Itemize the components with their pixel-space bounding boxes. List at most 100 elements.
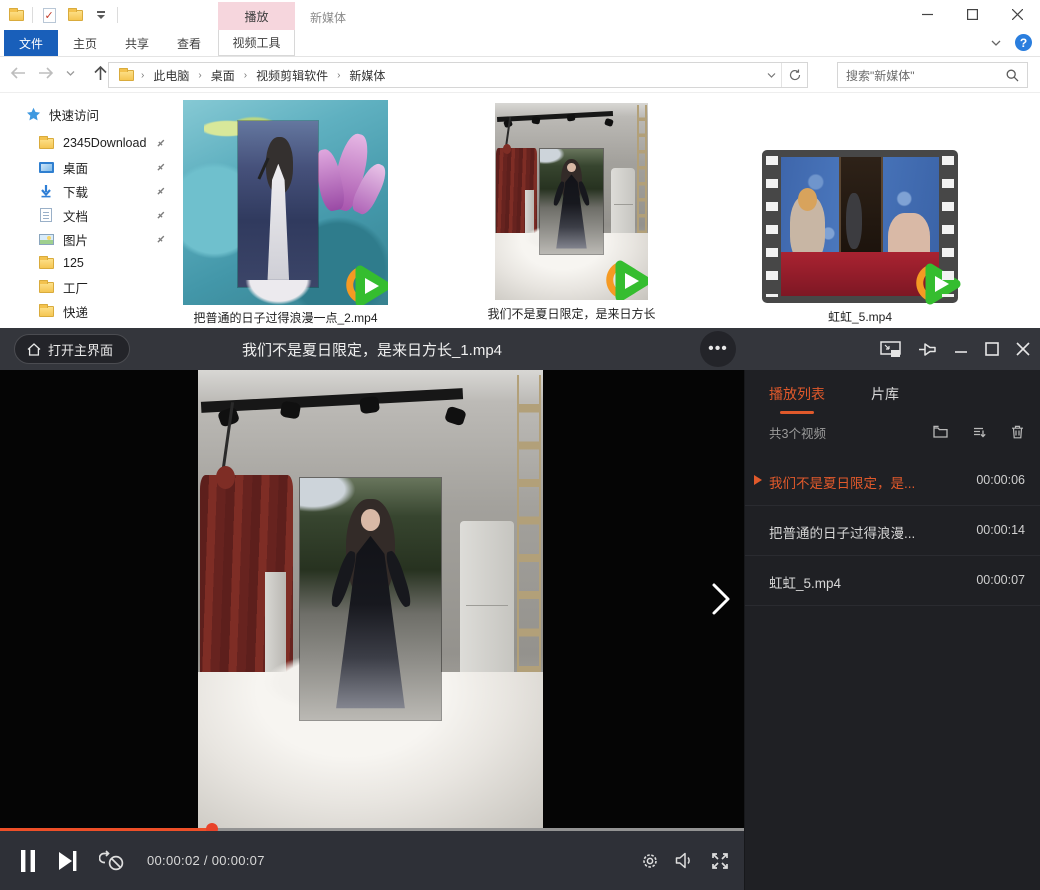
file-name: 虹虹_5.mp4 [828, 308, 892, 325]
sidebar-item-label: 快递 [63, 302, 88, 321]
sidebar-item-125[interactable]: 125 [38, 251, 166, 275]
tab-video-tools[interactable]: 视频工具 [218, 30, 295, 56]
sidebar-item-factory[interactable]: 工厂 [38, 275, 166, 299]
folder-icon [38, 303, 54, 319]
video-count-label: 共3个视频 [769, 423, 933, 442]
breadcrumb-desktop[interactable]: 桌面 [207, 65, 239, 86]
video-frame [198, 370, 543, 828]
back-button[interactable] [10, 66, 26, 80]
navigation-bar: › 此电脑 › 桌面 › 视频剪辑软件 › 新媒体 搜索"新媒体" [0, 57, 1040, 93]
add-file-folder-icon[interactable] [933, 425, 948, 438]
help-icon[interactable]: ? [1015, 34, 1032, 51]
document-icon [38, 207, 54, 223]
fullscreen-button[interactable] [707, 852, 732, 870]
playlist-item-title: 把普通的日子过得浪漫... [769, 522, 915, 542]
close-button[interactable] [995, 0, 1040, 29]
sidebar-quick-access-label: 快速访问 [49, 105, 99, 124]
playlist-item-current[interactable]: 我们不是夏日限定，是... 00:00:06 [745, 456, 1040, 506]
minimize-icon [922, 9, 933, 20]
close-icon[interactable] [1016, 342, 1030, 356]
breadcrumb: › 此电脑 › 桌面 › 视频剪辑软件 › 新媒体 [109, 65, 761, 86]
clear-playlist-trash-icon[interactable] [1011, 425, 1024, 439]
open-main-ui-button[interactable]: 打开主界面 [14, 334, 130, 364]
gear-icon [641, 852, 659, 870]
pin-on-top-icon[interactable] [918, 340, 937, 359]
play-order-icon[interactable] [972, 425, 987, 438]
mini-mode-icon[interactable] [880, 341, 901, 358]
quick-access-star-icon [26, 107, 41, 122]
file-name: 把普通的日子过得浪漫一点_2.mp4 [193, 309, 377, 326]
maximize-icon[interactable] [985, 342, 999, 356]
forward-button[interactable] [38, 66, 54, 80]
tab-playlist[interactable]: 播放列表 [769, 384, 825, 414]
settings-button[interactable] [637, 852, 662, 870]
playlist-item[interactable]: 把普通的日子过得浪漫... 00:00:14 [745, 506, 1040, 556]
folder-icon [119, 70, 134, 81]
folder-icon [38, 135, 54, 151]
breadcrumb-separator: › [243, 70, 248, 81]
next-track-button[interactable] [58, 851, 77, 871]
minimize-button[interactable] [905, 0, 950, 29]
qat-customize-button[interactable] [91, 4, 111, 26]
sidebar-item-documents[interactable]: 文档 [38, 203, 166, 227]
qat-new-folder-button[interactable] [65, 4, 85, 26]
properties-check-icon [43, 8, 56, 23]
maximize-button[interactable] [950, 0, 995, 29]
contextual-tab-group-play[interactable]: 播放 [218, 2, 295, 30]
file-item-video1[interactable]: 把普通的日子过得浪漫一点_2.mp4 [183, 100, 388, 328]
close-icon [1012, 9, 1023, 20]
breadcrumb-separator: › [336, 70, 341, 81]
refresh-button[interactable] [781, 63, 807, 87]
file-item-video2[interactable]: 我们不是夏日限定，是来日方长 [495, 103, 648, 328]
tencent-play-badge-icon [344, 263, 388, 305]
ribbon-collapse-chevron-icon[interactable] [991, 38, 1001, 48]
now-playing-icon [754, 475, 762, 485]
playlist-item-duration: 00:00:06 [976, 473, 1025, 487]
tab-library[interactable]: 片库 [871, 384, 899, 414]
playlist-item-duration: 00:00:14 [976, 523, 1025, 537]
breadcrumb-new-media[interactable]: 新媒体 [345, 65, 389, 86]
video-thumbnail [183, 100, 388, 305]
qat-folder-button[interactable] [6, 4, 26, 26]
video-thumbnail [495, 103, 648, 300]
minimize-icon[interactable] [954, 342, 968, 356]
breadcrumb-this-pc[interactable]: 此电脑 [149, 65, 193, 86]
video-area[interactable] [0, 370, 744, 828]
file-item-video3[interactable]: 虹虹_5.mp4 [762, 150, 958, 328]
playlist-item-duration: 00:00:07 [976, 573, 1025, 587]
next-video-arrow-icon[interactable] [710, 582, 732, 616]
sidebar-item-downloads[interactable]: 下载 [38, 179, 166, 203]
qat-properties-button[interactable] [39, 4, 59, 26]
pause-button[interactable] [20, 850, 36, 872]
time-display: 00:00:02 / 00:00:07 [147, 853, 265, 868]
recent-locations-chevron-icon[interactable] [66, 70, 75, 77]
sidebar-item-2345download[interactable]: 2345Download [38, 131, 166, 155]
pin-icon [156, 162, 166, 172]
sidebar-item-label: 桌面 [63, 158, 88, 177]
player-window-controls [880, 328, 1030, 370]
sidebar-item-label: 125 [63, 256, 84, 270]
tab-share[interactable]: 共享 [112, 30, 162, 56]
more-button[interactable]: ••• [700, 331, 736, 367]
address-dropdown-button[interactable] [761, 63, 781, 87]
address-bar[interactable]: › 此电脑 › 桌面 › 视频剪辑软件 › 新媒体 [108, 62, 808, 88]
sidebar-item-desktop[interactable]: 桌面 [38, 155, 166, 179]
sidebar-item-pictures[interactable]: 图片 [38, 227, 166, 251]
up-button[interactable] [93, 65, 108, 81]
tab-view[interactable]: 查看 [164, 30, 214, 56]
playlist-item[interactable]: 虹虹_5.mp4 00:00:07 [745, 556, 1040, 606]
customize-toolbar-icon [97, 11, 105, 19]
window-title: 新媒体 [310, 9, 346, 26]
more-dots-icon: ••• [708, 340, 728, 358]
speaker-icon [675, 852, 694, 869]
play-mode-button[interactable] [99, 850, 125, 872]
divider [32, 7, 33, 23]
tab-file[interactable]: 文件 [4, 30, 58, 56]
search-input[interactable]: 搜索"新媒体" [837, 62, 1028, 88]
sidebar-quick-access[interactable]: 快速访问 [26, 105, 99, 124]
volume-button[interactable] [672, 852, 697, 869]
breadcrumb-video-editing[interactable]: 视频剪辑软件 [252, 65, 332, 86]
sidebar-item-express[interactable]: 快递 [38, 299, 166, 323]
tab-home[interactable]: 主页 [60, 30, 110, 56]
pin-icon [156, 234, 166, 244]
